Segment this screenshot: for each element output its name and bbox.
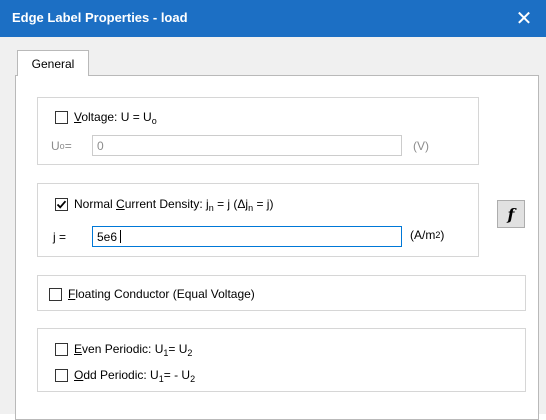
current-density-input[interactable]: 5e6 [92, 226, 402, 247]
checkmark-icon [56, 200, 67, 209]
odd-periodic-checkbox[interactable] [55, 368, 68, 382]
current-density-label: Normal Current Density: jn = j (Δjn = j) [74, 197, 274, 213]
title-bar: Edge Label Properties - load ✕ [0, 0, 546, 37]
odd-periodic-checkbox-row[interactable]: Odd Periodic: U1= - U2 [55, 368, 196, 384]
voltage-checkbox[interactable] [55, 110, 68, 124]
close-icon[interactable]: ✕ [502, 0, 546, 37]
odd-periodic-label: Odd Periodic: U1= - U2 [74, 368, 196, 384]
dialog-client-area: General Voltage: U = Uo Uo = 0 (V) Norma… [0, 37, 546, 420]
voltage-field-label: Uo = [51, 139, 72, 153]
voltage-checkbox-row[interactable]: Voltage: U = Uo [55, 110, 157, 126]
function-button[interactable]: f [497, 200, 525, 228]
function-icon: f [507, 204, 515, 224]
voltage-input: 0 [92, 135, 402, 156]
even-periodic-checkbox[interactable] [55, 342, 68, 356]
floating-conductor-label: Floating Conductor (Equal Voltage) [68, 287, 255, 301]
even-periodic-label: Even Periodic: U1= U2 [74, 342, 193, 358]
voltage-label: Voltage: U = Uo [74, 110, 157, 126]
current-density-field-label: j = [53, 230, 67, 244]
text-caret [120, 230, 122, 243]
tab-page-general: Voltage: U = Uo Uo = 0 (V) Normal Curren… [15, 75, 539, 420]
floating-conductor-group: Floating Conductor (Equal Voltage) [37, 275, 526, 311]
current-density-unit: (A/m 2) [410, 228, 445, 242]
even-periodic-checkbox-row[interactable]: Even Periodic: U1= U2 [55, 342, 193, 358]
voltage-group: Voltage: U = Uo Uo = 0 (V) [37, 97, 479, 165]
floating-conductor-checkbox-row[interactable]: Floating Conductor (Equal Voltage) [49, 287, 255, 301]
voltage-unit: (V) [413, 139, 429, 153]
current-density-checkbox[interactable] [55, 197, 68, 211]
current-density-checkbox-row[interactable]: Normal Current Density: jn = j (Δjn = j) [55, 197, 274, 213]
window-title: Edge Label Properties - load [12, 10, 188, 25]
current-density-group: Normal Current Density: jn = j (Δjn = j)… [37, 183, 479, 257]
tab-general[interactable]: General [17, 50, 89, 76]
tab-label: General [31, 56, 75, 71]
floating-conductor-checkbox[interactable] [49, 287, 62, 301]
periodic-group: Even Periodic: U1= U2 Odd Periodic: U1= … [37, 328, 526, 392]
